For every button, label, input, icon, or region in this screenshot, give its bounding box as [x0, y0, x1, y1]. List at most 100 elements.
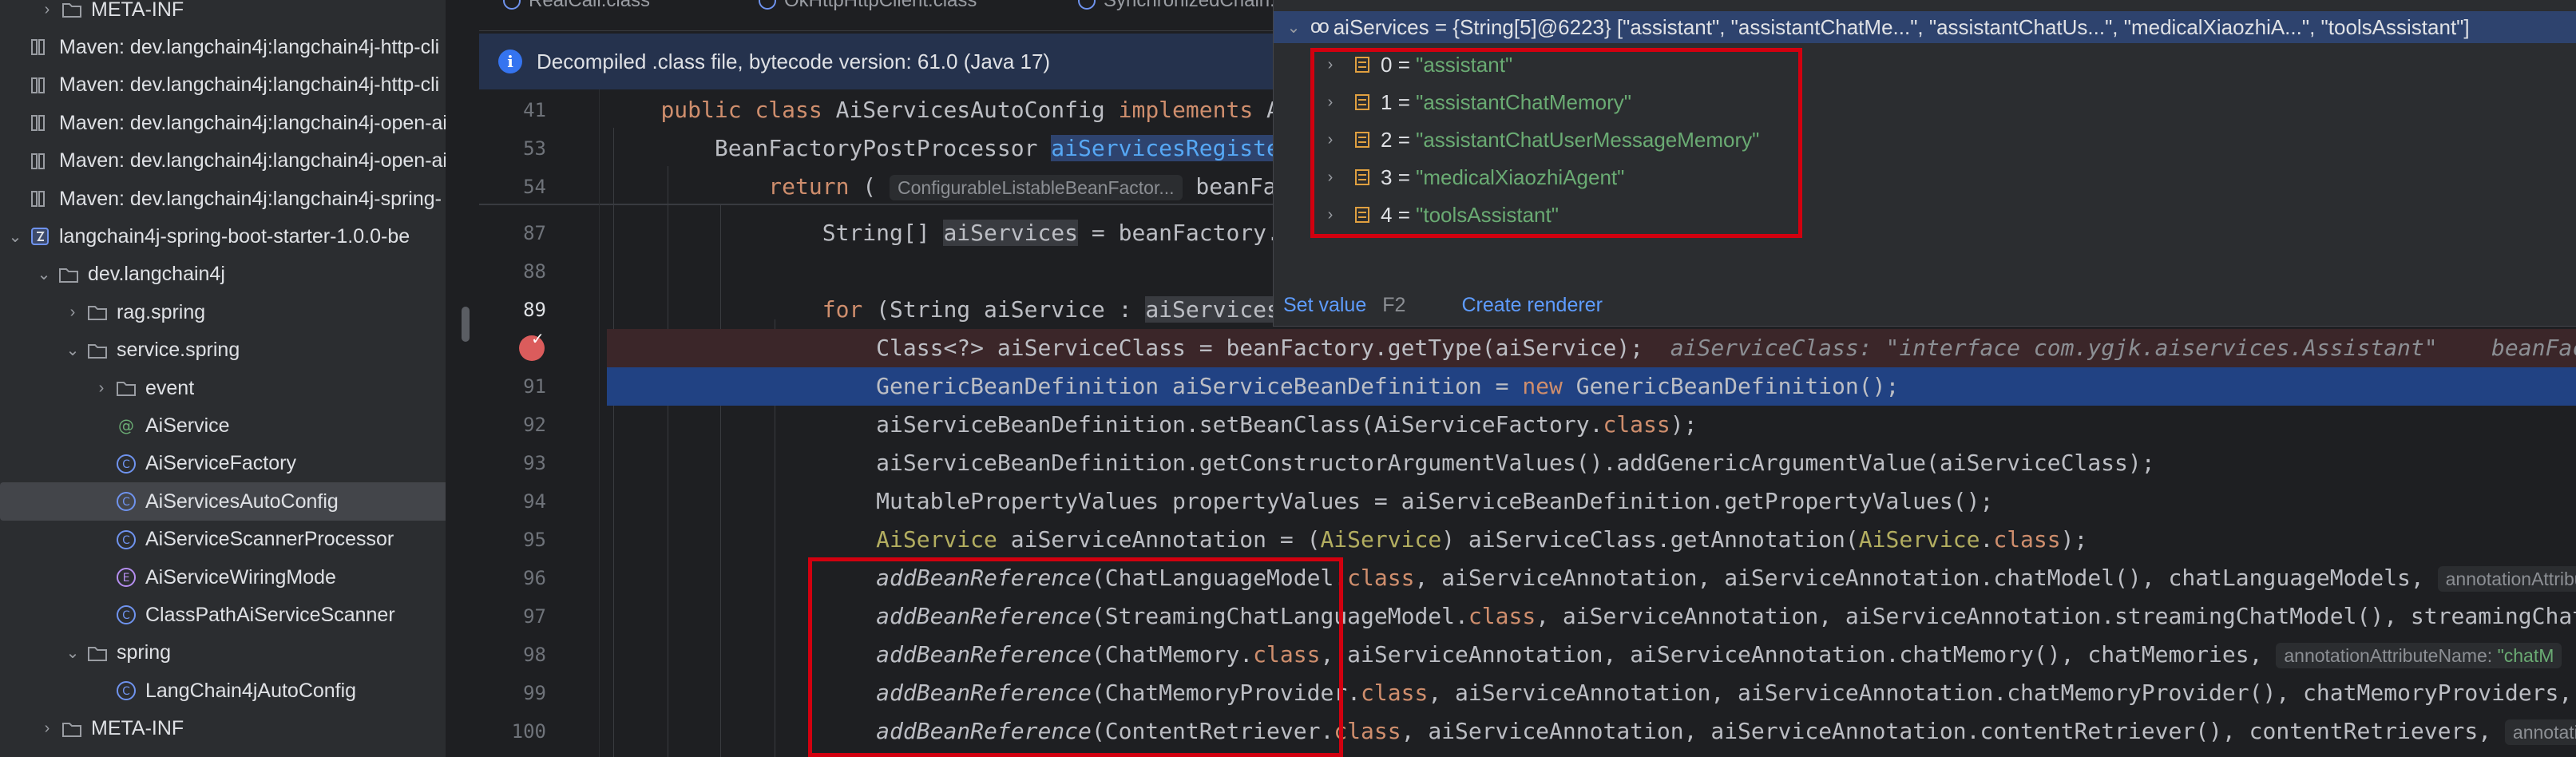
line-number[interactable]: 93 [479, 452, 546, 474]
set-value-shortcut: F2 [1382, 294, 1406, 316]
line-number-gutter: 41535487888990919293949596979899100 [479, 89, 567, 757]
tree-item-aiservicesautoconfig[interactable]: C AiServicesAutoConfig [0, 482, 446, 521]
project-tree: › META-INF Maven: dev.langchain4j:langchai… [0, 0, 446, 757]
tree-item-label: Maven: dev.langchain4j:langchain4j-sprin… [59, 187, 442, 210]
tree-item-dev-langchain4j[interactable]: ⌄ dev.langchain4j [0, 256, 446, 294]
tree-item-maven-dev-langchain4j-langchain4j-spring[interactable]: Maven: dev.langchain4j:langchain4j-sprin… [0, 180, 446, 218]
tab-synchronized[interactable]: SynchronizedChain... [1078, 0, 1286, 13]
tree-item-maven-dev-langchain4j-langchain4j-http-cli[interactable]: Maven: dev.langchain4j:langchain4j-http-… [0, 28, 446, 66]
chevron-down-icon[interactable]: ⌄ [1285, 18, 1302, 38]
tree-item-aiservicewiringmode[interactable]: E AiServiceWiringMode [0, 558, 446, 596]
tree-item-meta-inf[interactable]: › META-INF [0, 710, 446, 748]
tree-item-label: Maven: dev.langchain4j:langchain4j-http-… [59, 35, 440, 58]
svg-text:C: C [122, 496, 130, 509]
folder-icon [115, 377, 137, 399]
class-icon: C [115, 680, 137, 702]
chevron-right-icon[interactable]: › [64, 303, 81, 322]
svg-text:C: C [122, 458, 130, 471]
tab-realcall[interactable]: RealCall.class [503, 0, 650, 13]
library-icon [29, 36, 51, 58]
library-icon [29, 74, 51, 97]
class-file-icon [759, 0, 776, 10]
tab-okhttp[interactable]: OkHttpHttpClient.class [759, 0, 977, 13]
tree-item-label: dev.langchain4j [88, 263, 225, 286]
folder-icon [86, 339, 109, 362]
tree-item-label: Maven: dev.langchain4j:langchain4j-open-… [59, 111, 446, 134]
code-line-94[interactable]: MutablePropertyValues propertyValues = a… [607, 482, 2576, 521]
line-number[interactable]: 100 [479, 720, 546, 743]
library-icon [29, 112, 51, 134]
code-line-91-current-execution[interactable]: GenericBeanDefinition aiServiceBeanDefin… [607, 367, 2576, 406]
chevron-right-icon[interactable]: › [93, 379, 110, 398]
library-icon [29, 150, 51, 172]
line-number[interactable]: 89 [479, 299, 546, 321]
code-line-95[interactable]: AiService aiServiceAnnotation = (AiServi… [607, 521, 2576, 559]
tree-item-meta-inf[interactable]: › META-INF [0, 0, 446, 29]
chevron-down-icon[interactable]: ⌄ [64, 340, 81, 360]
line-number[interactable]: 99 [479, 682, 546, 704]
tree-item-label: AiServiceFactory [145, 452, 296, 475]
jar-icon [29, 225, 51, 248]
tree-item-service-spring[interactable]: ⌄ service.spring [0, 331, 446, 370]
tree-item-label: langchain4j-spring-boot-starter-1.0.0-be [59, 224, 410, 248]
line-number[interactable]: 41 [479, 99, 546, 121]
tree-item-maven-dev-langchain4j-langchain4j-http-cli[interactable]: Maven: dev.langchain4j:langchain4j-http-… [0, 66, 446, 105]
class-icon: C [115, 529, 137, 551]
chevron-right-icon[interactable]: › [38, 1, 56, 19]
create-renderer-link[interactable]: Create renderer [1461, 294, 1602, 317]
folder-icon [86, 642, 109, 664]
tree-item-label: Maven: dev.langchain4j:langchain4j-open-… [59, 149, 446, 172]
line-number[interactable]: 94 [479, 490, 546, 513]
tree-item-label: LangChain4jAutoConfig [145, 679, 357, 702]
code-line-92[interactable]: aiServiceBeanDefinition.setBeanClass(AiS… [607, 406, 2576, 444]
tree-item-aiservice[interactable]: @ AiService [0, 406, 446, 445]
tree-item-classpathaiservicescanner[interactable]: C ClassPathAiServiceScanner [0, 596, 446, 634]
class-file-icon [1078, 0, 1096, 10]
tree-item-aiservicescannerprocessor[interactable]: C AiServiceScannerProcessor [0, 521, 446, 559]
tree-item-label: AiServiceScannerProcessor [145, 528, 394, 551]
chevron-down-icon[interactable]: ⌄ [35, 264, 53, 284]
tree-item-label: AiService [145, 414, 230, 437]
line-number[interactable]: 92 [479, 414, 546, 436]
chevron-down-icon[interactable]: ⌄ [6, 227, 24, 247]
annotation-icon: @ [115, 414, 137, 437]
tree-item-label: META-INF [91, 0, 184, 21]
tree-item-rag-spring[interactable]: › rag.spring [0, 293, 446, 331]
line-number[interactable]: 98 [479, 644, 546, 666]
tree-item-label: service.spring [117, 339, 240, 362]
chevron-down-icon[interactable]: ⌄ [64, 643, 81, 663]
annotation-red-box-popup [1310, 48, 1802, 238]
banner-text: Decompiled .class file, bytecode version… [537, 49, 1051, 73]
tree-scrollbar[interactable] [462, 307, 470, 342]
breakpoint-check-icon: ✓ [531, 331, 545, 348]
svg-text:E: E [123, 572, 130, 585]
class-icon: C [115, 453, 137, 475]
popup-header[interactable]: ⌄ oo aiServices = {String[5]@6223} ["ass… [1274, 11, 2576, 43]
tree-item-label: AiServiceWiringMode [145, 565, 336, 589]
tree-item-maven-dev-langchain4j-langchain4j-open-ai[interactable]: Maven: dev.langchain4j:langchain4j-open-… [0, 104, 446, 142]
line-number[interactable]: 54 [479, 176, 546, 198]
info-icon: i [498, 50, 522, 73]
line-number[interactable]: 96 [479, 567, 546, 589]
folder-icon [61, 0, 83, 21]
tree-item-langchain4jautoconfig[interactable]: C LangChain4jAutoConfig [0, 672, 446, 710]
code-line-93[interactable]: aiServiceBeanDefinition.getConstructorAr… [607, 444, 2576, 482]
tree-item-spring[interactable]: ⌄ spring [0, 634, 446, 672]
line-number[interactable]: 87 [479, 222, 546, 244]
line-number[interactable]: 97 [479, 605, 546, 628]
tree-item-event[interactable]: › event [0, 369, 446, 407]
line-number[interactable]: 91 [479, 375, 546, 398]
svg-text:C: C [122, 685, 130, 698]
folder-icon [57, 264, 80, 286]
code-line-90[interactable]: Class<?> aiServiceClass = beanFactory.ge… [607, 329, 2576, 367]
set-value-link[interactable]: Set value [1283, 294, 1366, 317]
tree-item-label: Maven: dev.langchain4j:langchain4j-http-… [59, 73, 440, 97]
line-number[interactable]: 88 [479, 260, 546, 283]
tree-item-maven-dev-langchain4j-langchain4j-open-ai[interactable]: Maven: dev.langchain4j:langchain4j-open-… [0, 142, 446, 180]
class-file-icon [503, 0, 521, 10]
tree-item-aiservicefactory[interactable]: C AiServiceFactory [0, 445, 446, 483]
line-number[interactable]: 95 [479, 529, 546, 551]
line-number[interactable]: 53 [479, 137, 546, 160]
tree-item-langchain4j-spring-boot-starter-1-0-0-be[interactable]: ⌄ langchain4j-spring-boot-starter-1.0.0-b… [0, 217, 446, 256]
chevron-right-icon[interactable]: › [38, 719, 56, 738]
